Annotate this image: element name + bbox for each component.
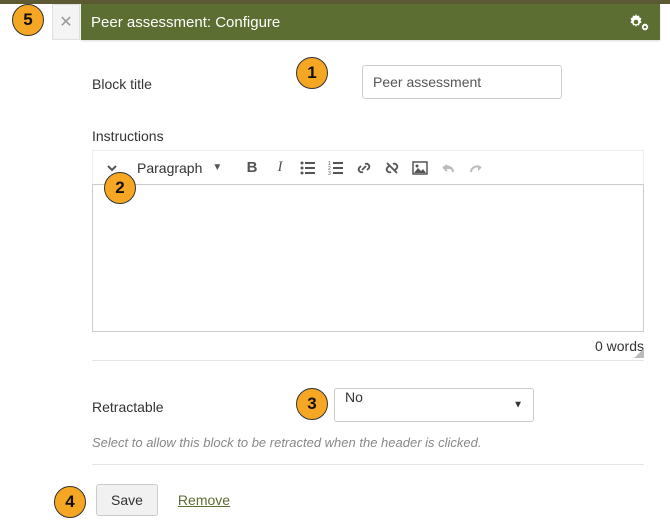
annotation-badge-3: 3 bbox=[296, 388, 328, 420]
caret-down-icon: ▼ bbox=[212, 162, 222, 173]
image-button[interactable] bbox=[407, 155, 433, 181]
redo-button[interactable] bbox=[463, 155, 489, 181]
unlink-button[interactable] bbox=[379, 155, 405, 181]
dialog-title: Peer assessment: Configure bbox=[91, 14, 280, 31]
gear-icon[interactable] bbox=[626, 12, 650, 32]
annotation-badge-4: 4 bbox=[54, 486, 86, 518]
link-button[interactable] bbox=[351, 155, 377, 181]
numbered-list-button[interactable]: 123 bbox=[323, 155, 349, 181]
action-row: Save Remove bbox=[96, 484, 230, 516]
svg-text:3: 3 bbox=[328, 171, 331, 175]
form-body: Block title Instructions Paragraph ▼ B I… bbox=[92, 56, 644, 465]
retractable-label: Retractable bbox=[92, 395, 292, 415]
dialog-header: Peer assessment: Configure bbox=[81, 4, 660, 40]
annotation-badge-1: 1 bbox=[296, 57, 328, 89]
retractable-value: No bbox=[345, 389, 363, 405]
editor-toolbar: Paragraph ▼ B I 123 bbox=[92, 150, 644, 184]
close-button[interactable]: ✕ bbox=[52, 4, 80, 40]
resize-grip[interactable] bbox=[634, 348, 644, 358]
close-icon: ✕ bbox=[59, 12, 72, 32]
format-select-label: Paragraph bbox=[137, 160, 202, 176]
instructions-label: Instructions bbox=[92, 128, 644, 144]
retractable-help: Select to allow this block to be retract… bbox=[92, 435, 644, 465]
format-select[interactable]: Paragraph ▼ bbox=[127, 160, 237, 176]
bold-button[interactable]: B bbox=[239, 155, 265, 181]
remove-link[interactable]: Remove bbox=[178, 492, 230, 508]
caret-down-icon: ▼ bbox=[513, 400, 523, 411]
block-title-label: Block title bbox=[92, 72, 292, 92]
annotation-badge-2: 2 bbox=[104, 172, 136, 204]
retractable-select[interactable]: No ▼ bbox=[334, 388, 534, 422]
word-count-row: 0 words bbox=[92, 332, 644, 361]
italic-button[interactable]: I bbox=[267, 155, 293, 181]
save-button[interactable]: Save bbox=[96, 484, 158, 516]
block-title-input[interactable] bbox=[362, 65, 562, 99]
annotation-badge-5: 5 bbox=[12, 4, 44, 36]
instructions-editor[interactable] bbox=[92, 184, 644, 332]
bullet-list-button[interactable] bbox=[295, 155, 321, 181]
undo-button[interactable] bbox=[435, 155, 461, 181]
